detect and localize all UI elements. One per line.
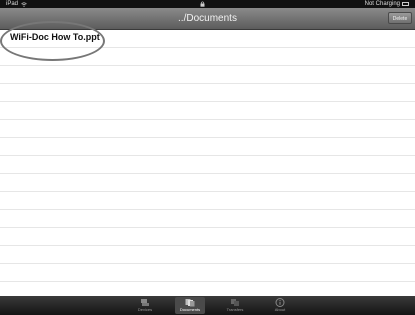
empty-row <box>0 264 415 282</box>
empty-row <box>0 138 415 156</box>
empty-row <box>0 84 415 102</box>
tab-label: Devices <box>137 307 153 312</box>
ipad-screen: iPad Not Charging ../Documents Delete Wi… <box>0 0 415 315</box>
empty-row <box>0 120 415 138</box>
empty-row <box>0 102 415 120</box>
tab-bar: Devices Documents Transfers About <box>0 296 415 315</box>
empty-row <box>0 210 415 228</box>
documents-icon <box>185 299 195 307</box>
battery-icon <box>402 2 409 6</box>
tab-label: Documents <box>179 307 201 312</box>
devices-icon <box>141 299 149 306</box>
status-left: iPad <box>6 0 27 8</box>
empty-row <box>0 228 415 246</box>
status-bar: iPad Not Charging <box>0 0 415 8</box>
file-list: WiFi-Doc How To.ppt <box>0 30 415 294</box>
tab-devices[interactable]: Devices <box>130 297 160 314</box>
wifi-icon <box>21 1 27 7</box>
empty-row <box>0 66 415 84</box>
lock-icon <box>200 1 205 7</box>
tab-transfers[interactable]: Transfers <box>220 297 250 314</box>
empty-row <box>0 192 415 210</box>
empty-row <box>0 156 415 174</box>
delete-button[interactable]: Delete <box>388 12 412 24</box>
status-right: Not Charging <box>365 0 409 8</box>
empty-row <box>0 246 415 264</box>
transfers-icon <box>231 299 239 306</box>
highlight-circle <box>0 21 105 61</box>
device-label: iPad <box>6 1 19 7</box>
tab-about[interactable]: About <box>265 297 295 314</box>
tab-label: About <box>274 307 286 312</box>
tab-documents[interactable]: Documents <box>175 297 205 314</box>
tab-label: Transfers <box>226 307 244 312</box>
battery-status: Not Charging <box>364 1 400 7</box>
info-icon <box>275 298 285 307</box>
empty-row <box>0 174 415 192</box>
